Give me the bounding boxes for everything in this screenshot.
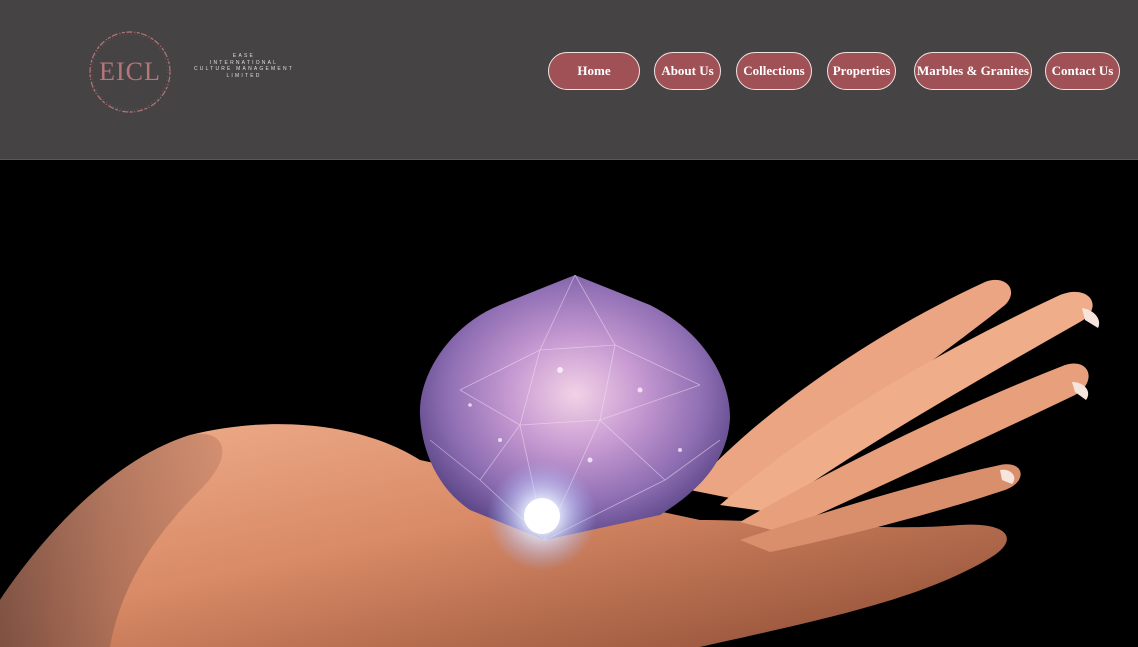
nav-collections-button[interactable]: Collections xyxy=(736,52,812,90)
hero-banner xyxy=(0,160,1138,647)
nav-home-button[interactable]: Home xyxy=(548,52,640,90)
nav-marbles-granites-button[interactable]: Marbles & Granites xyxy=(914,52,1032,90)
main-nav: Home About Us Collections Properties Mar… xyxy=(0,52,1138,92)
diamond-in-hand-image xyxy=(0,160,1138,647)
nav-contact-us-button[interactable]: Contact Us xyxy=(1045,52,1120,90)
site-header: EICL EASE INTERNATIONAL CULTURE MANAGEME… xyxy=(0,0,1138,160)
nav-about-us-button[interactable]: About Us xyxy=(654,52,721,90)
nav-properties-button[interactable]: Properties xyxy=(827,52,896,90)
